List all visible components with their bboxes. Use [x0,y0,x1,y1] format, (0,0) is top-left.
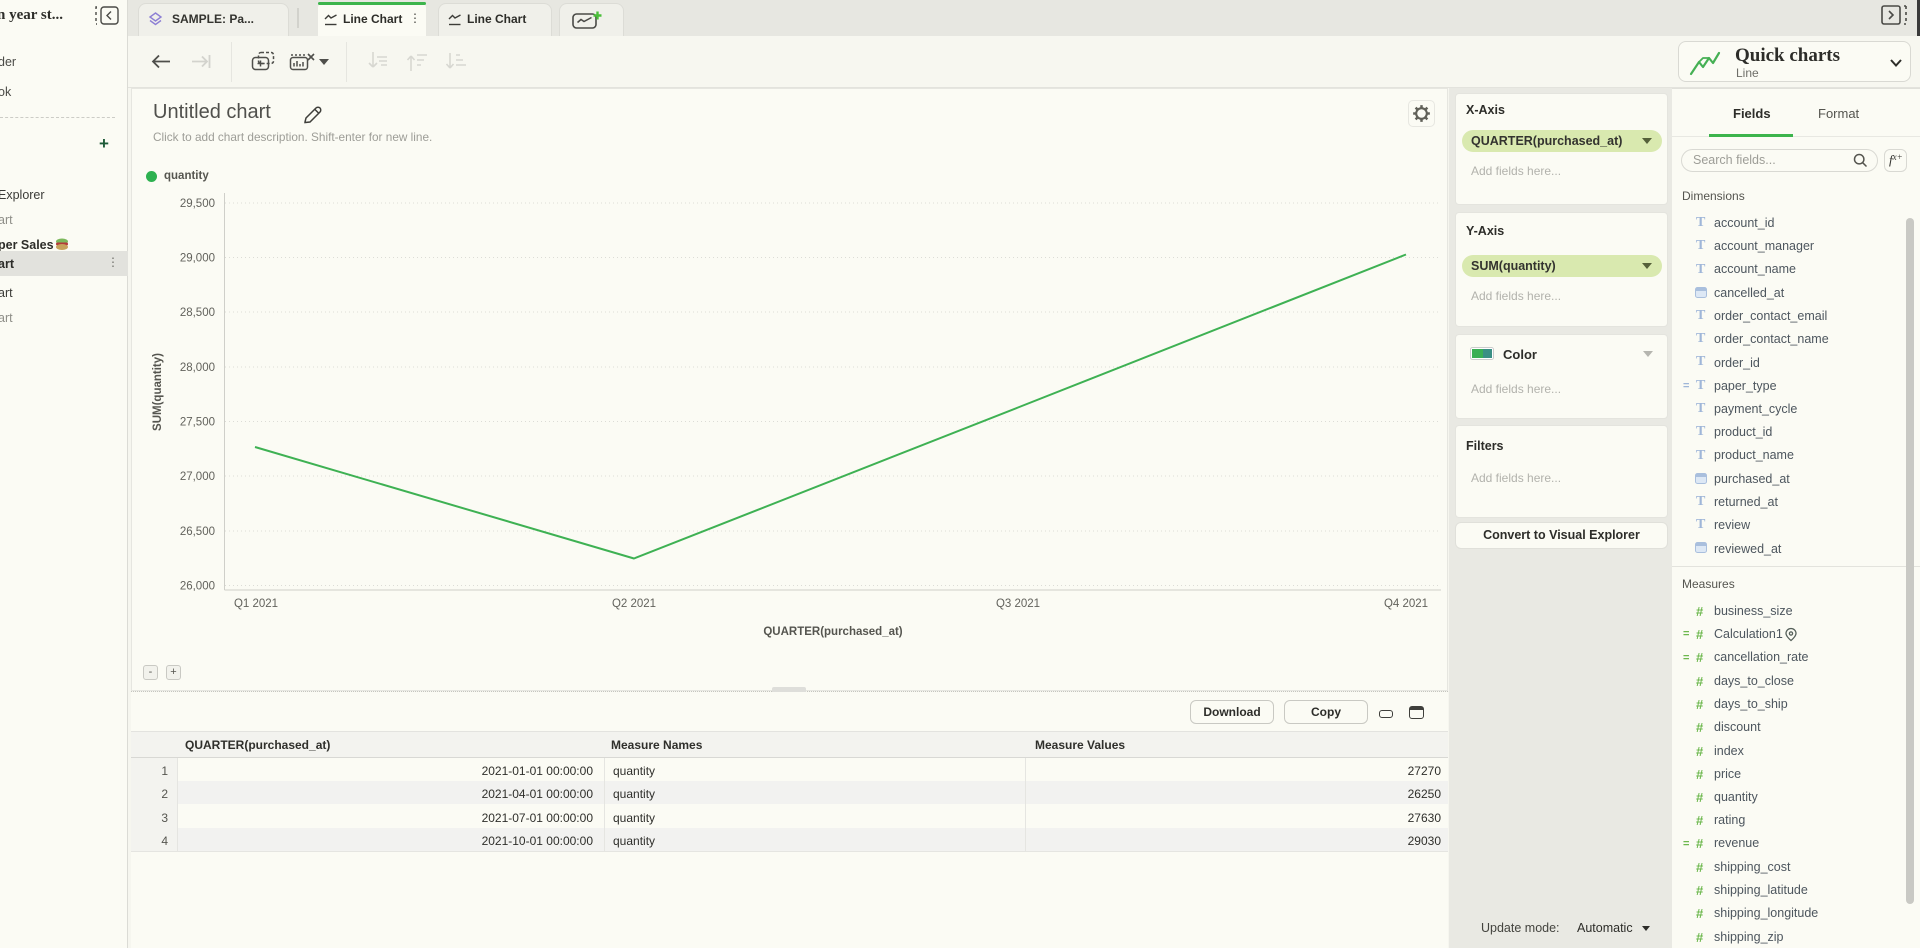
svg-text:Q3 2021: Q3 2021 [996,598,1040,610]
svg-text:26,000: 26,000 [180,581,215,593]
svg-text:Q4 2021: Q4 2021 [1384,598,1428,610]
svg-text:28,000: 28,000 [180,362,215,374]
svg-text:QUARTER(purchased_at): QUARTER(purchased_at) [763,626,902,638]
svg-text:29,500: 29,500 [180,198,215,210]
svg-text:SUM(quantity): SUM(quantity) [152,353,164,431]
svg-text:27,500: 27,500 [180,417,215,429]
svg-text:29,000: 29,000 [180,253,215,265]
svg-text:27,000: 27,000 [180,471,215,483]
svg-text:Q2 2021: Q2 2021 [612,598,656,610]
svg-text:Q1 2021: Q1 2021 [234,598,278,610]
svg-text:26,500: 26,500 [180,526,215,538]
svg-text:28,500: 28,500 [180,307,215,319]
